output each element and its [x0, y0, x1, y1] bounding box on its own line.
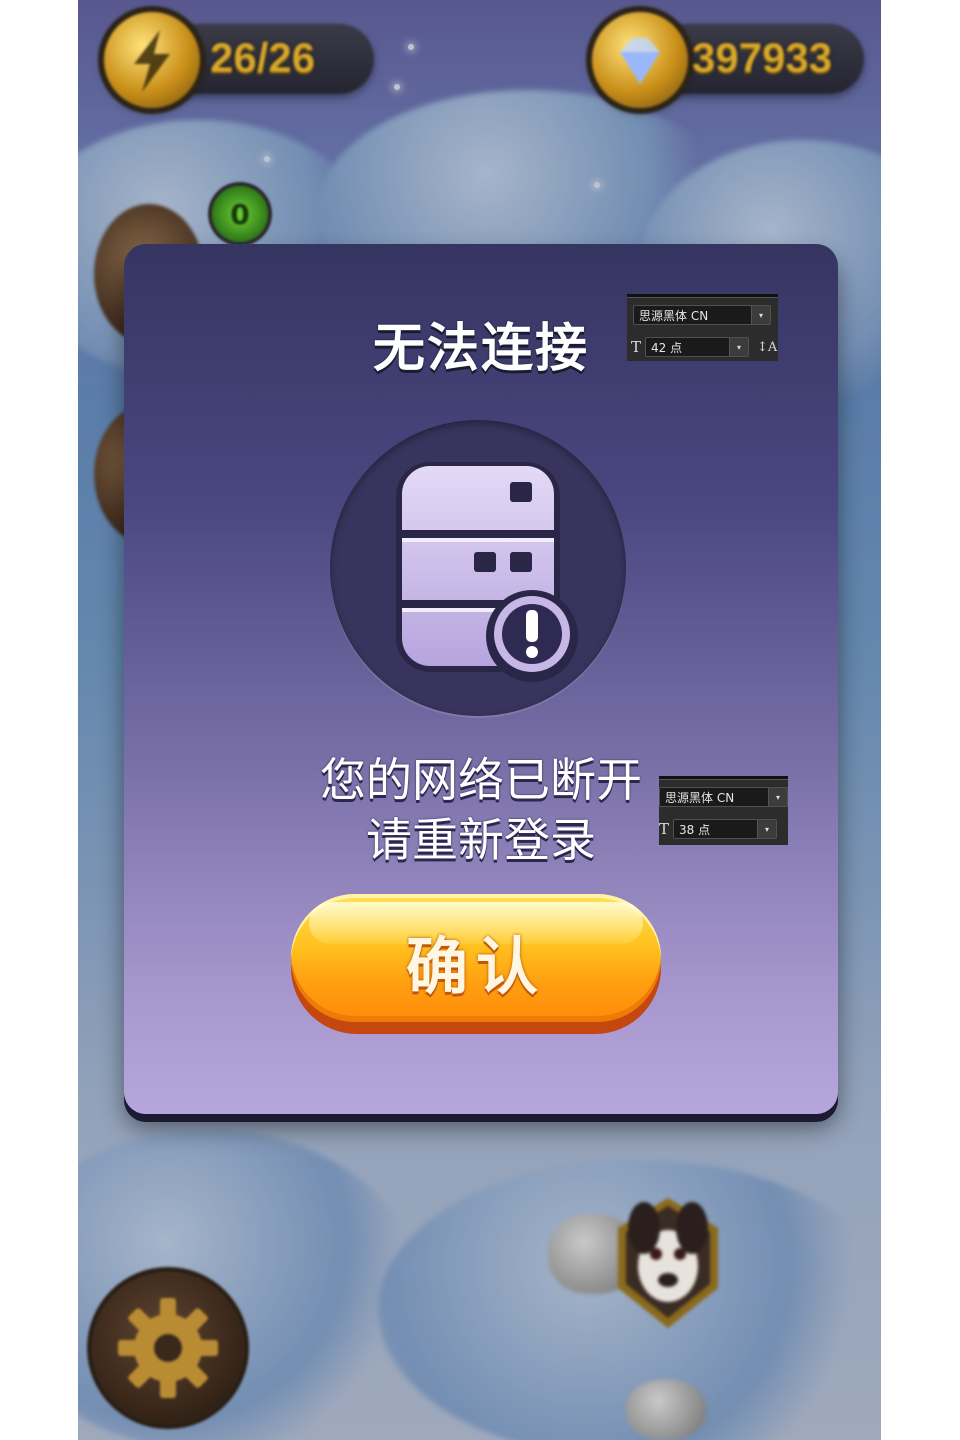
confirm-button-label: 确认 [405, 930, 546, 1003]
diamond-icon[interactable] [592, 12, 688, 108]
gems-count: 397933 [692, 34, 833, 81]
font-size-icon: T [659, 820, 670, 838]
chevron-down-icon[interactable]: ▾ [751, 306, 770, 324]
font-size-select[interactable]: 38 点 ▾ [673, 819, 778, 839]
background-rock [626, 1380, 706, 1440]
connection-error-dialog: 无法连接 您的网络已断开 请重新登录 确认 [124, 244, 838, 1114]
font-family-value: 思源黑体 CN [665, 790, 735, 805]
gear-icon[interactable] [92, 1272, 244, 1424]
font-family-value: 思源黑体 CN [639, 308, 709, 323]
font-size-icon: T [631, 338, 642, 356]
font-family-select[interactable]: 思源黑体 CN ▾ [633, 305, 771, 325]
font-size-value: 38 点 [679, 822, 711, 837]
font-size-value: 42 点 [651, 340, 683, 355]
chevron-down-icon[interactable]: ▾ [768, 788, 787, 806]
lightning-icon[interactable] [104, 12, 200, 108]
title-font-panel: 思源黑体 CN ▾ T 42 点 ▾ ↕A [627, 294, 778, 361]
energy-count: 26/26 [210, 34, 316, 81]
confirm-button[interactable]: 确认 [291, 894, 661, 1034]
pet-avatar[interactable] [598, 1188, 738, 1338]
server-warning-icon [396, 462, 578, 682]
line-spacing-icon: ↕A [757, 339, 778, 355]
game-scene: 26/26 397933 0 无法连接 您的网络已断开 请重新登录 确认 思源黑… [78, 0, 881, 1440]
font-size-select[interactable]: 42 点 ▾ [645, 337, 750, 357]
font-family-select[interactable]: 思源黑体 CN ▾ [659, 787, 788, 807]
message-font-panel: 思源黑体 CN ▾ T 38 点 ▾ [659, 776, 788, 845]
chevron-down-icon[interactable]: ▾ [757, 820, 777, 838]
server-icon-disc [330, 420, 626, 716]
notification-badge: 0 [212, 186, 268, 242]
chevron-down-icon[interactable]: ▾ [729, 338, 749, 356]
